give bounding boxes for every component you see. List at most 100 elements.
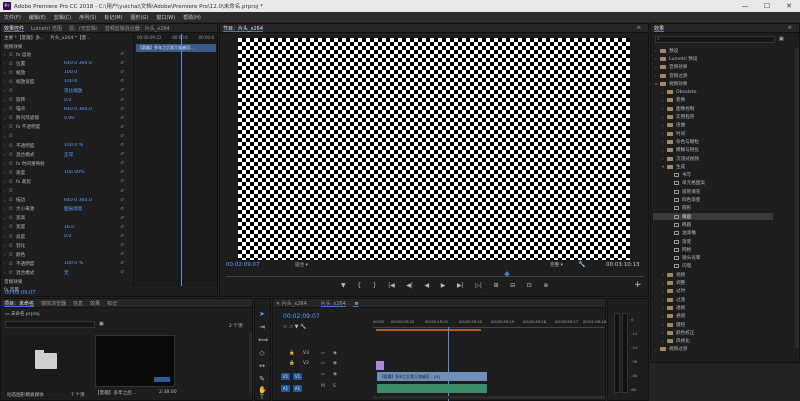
stopwatch-icon[interactable]: ⏱ <box>9 234 16 240</box>
effect-property-row[interactable]: › ⏱ 羽化 ↺ <box>4 242 132 249</box>
project-item-clip[interactable] <box>95 335 175 387</box>
a1-clip[interactable] <box>377 384 487 393</box>
stopwatch-icon[interactable]: ⏱ <box>9 52 16 58</box>
effects-folder-item[interactable]: › 模糊与锐化 <box>653 147 773 154</box>
tab-effect-controls[interactable]: 效果控件 <box>4 25 24 32</box>
effect-property-value[interactable]: 0.0 <box>64 98 120 103</box>
sync-lock-icon[interactable]: ▭ <box>321 361 325 366</box>
effects-folder-item[interactable]: › 过时 <box>653 288 773 295</box>
effects-folder-item[interactable]: › 变换 <box>653 97 773 104</box>
selection-tool-icon[interactable]: ➤ <box>258 310 266 318</box>
stopwatch-icon[interactable]: ⏱ <box>9 124 16 130</box>
reset-icon[interactable]: ↺ <box>120 52 124 57</box>
tab-audio-clip-mixer[interactable]: 音频剪辑混合器：片头_x264 <box>105 25 170 32</box>
comparison-view-icon[interactable]: ⊕ <box>543 282 548 289</box>
effect-property-row[interactable]: › ⏱ 大小来源 图层源宽 ↺ <box>4 206 132 213</box>
timeline-timecode[interactable]: 00:02:09:07 <box>283 313 320 320</box>
stopwatch-icon[interactable]: ⏱ <box>9 133 16 139</box>
sync-lock-icon[interactable]: ▭ <box>321 351 325 356</box>
stopwatch-icon[interactable]: ⏱ <box>9 215 16 221</box>
panel-menu-icon[interactable]: ≡ <box>788 25 792 31</box>
stopwatch-icon[interactable]: ⏱ <box>9 161 16 167</box>
effect-item[interactable]: 镜头光晕 <box>653 255 773 262</box>
reset-icon[interactable]: ↺ <box>120 170 124 175</box>
effects-folder-item[interactable]: › 键控 <box>653 321 773 328</box>
effect-property-row[interactable]: › ⏱ ↺ <box>4 188 132 195</box>
effect-controls-timecode[interactable]: 00:02:09:07 <box>5 290 36 296</box>
effects-search-input[interactable] <box>655 36 775 43</box>
reset-icon[interactable]: ↺ <box>120 234 124 239</box>
eye-icon[interactable]: ◉ <box>333 372 337 377</box>
lock-icon[interactable]: 🔒 <box>289 351 295 356</box>
effect-property-row[interactable]: › ⏱ 等比缩放 ↺ <box>4 87 132 94</box>
maximize-button[interactable]: ☐ <box>756 0 778 12</box>
reset-icon[interactable]: ↺ <box>120 225 124 230</box>
effect-item[interactable]: 闪电 <box>653 263 773 270</box>
effects-folder-item[interactable]: › 调整 <box>653 279 773 287</box>
effect-property-value[interactable]: 100.0 <box>64 70 120 75</box>
program-timecode-left[interactable]: 00:02:09:07 <box>226 262 260 268</box>
mini-playhead[interactable] <box>181 34 182 286</box>
reset-icon[interactable]: ↺ <box>120 88 124 93</box>
tab-program[interactable]: 节目：片头_x264 <box>223 25 263 32</box>
timeline-h-scrollbar[interactable] <box>373 396 605 399</box>
lock-icon[interactable]: 🔒 <box>289 361 295 366</box>
effects-folder-item[interactable]: ▾ 视频效果 <box>653 80 773 87</box>
effect-property-row[interactable]: › ⏱ fx 不透明度 ↺ <box>4 124 132 131</box>
effect-property-value[interactable]: 图层源宽 <box>64 206 120 212</box>
source-patch-v1[interactable]: V1 <box>281 373 290 380</box>
tab-media-browser[interactable]: 媒体浏览器 <box>41 300 66 307</box>
effect-property-row[interactable]: › ⏱ 不透明度 100.0 % ↺ <box>4 142 132 149</box>
reset-icon[interactable]: ↺ <box>120 116 124 121</box>
effect-item[interactable]: 四色渐变 <box>653 196 773 203</box>
reset-icon[interactable]: ↺ <box>120 243 124 248</box>
effects-folder-item[interactable]: › 透视 <box>653 304 773 311</box>
go-to-out-icon[interactable]: ▷| <box>475 282 482 289</box>
timeline-ruler[interactable]: 00:00 00:00:09:22 00:00:19:21 00:00:29:2… <box>373 319 606 328</box>
ripple-edit-tool-icon[interactable]: ⟺ <box>258 336 268 344</box>
v2-adjustment-clip[interactable] <box>376 361 384 370</box>
reset-icon[interactable]: ↺ <box>120 61 124 66</box>
program-scrubber[interactable] <box>226 271 644 277</box>
effect-property-row[interactable]: › ⏱ 描边 640.0 360.0 ↺ <box>4 197 132 204</box>
effect-property-value[interactable]: 640.0 360.0 <box>64 198 120 203</box>
effects-folder-item[interactable]: › 沉浸式视频 <box>653 155 773 162</box>
stopwatch-icon[interactable]: ⏱ <box>9 61 16 67</box>
mark-in-icon[interactable]: { <box>357 282 361 289</box>
effect-property-row[interactable]: › ⏱ fx 运动 ↺ <box>4 51 132 58</box>
menu-sequence[interactable]: 序列(S) <box>79 14 96 21</box>
stopwatch-icon[interactable]: ⏱ <box>9 243 16 249</box>
menu-edit[interactable]: 编辑(E) <box>29 14 46 21</box>
reset-icon[interactable]: ↺ <box>120 270 124 275</box>
stopwatch-icon[interactable]: ⏱ <box>9 188 16 194</box>
sync-lock-icon[interactable]: ▭ <box>321 372 325 377</box>
project-scrollbar[interactable] <box>249 333 252 393</box>
track-target-v1[interactable]: V1 <box>293 373 302 380</box>
reset-icon[interactable]: ↺ <box>120 261 124 266</box>
effect-property-row[interactable]: › ⏱ 防闪烁滤镜 0.00 ↺ <box>4 115 132 122</box>
hand-tool-icon[interactable]: ✋ <box>258 386 267 394</box>
close-button[interactable]: ✕ <box>778 0 800 12</box>
effects-folder-item[interactable]: › 预设 <box>653 47 773 54</box>
effect-property-value[interactable]: 等比缩放 <box>64 88 120 94</box>
stopwatch-icon[interactable]: ⏱ <box>9 179 16 185</box>
source-patch-a1[interactable]: A1 <box>281 385 290 392</box>
tab-source[interactable]: 源：(无剪辑) <box>69 25 98 32</box>
reset-icon[interactable]: ↺ <box>120 161 124 166</box>
effects-folder-item[interactable]: › 通道 <box>653 313 773 320</box>
source-clip-name[interactable]: 主要 *【夏趣】多... <box>4 35 44 43</box>
effects-folder-item[interactable]: › 时间 <box>653 130 773 137</box>
play-icon[interactable]: ▶ <box>441 282 446 289</box>
tab-sequence-2[interactable]: 片头_x264 ≡ <box>321 300 359 307</box>
effects-folder-item[interactable]: › Lumetri 预设 <box>653 55 773 62</box>
mute-icon[interactable]: M <box>321 384 325 389</box>
program-playhead[interactable] <box>504 271 510 277</box>
minimize-button[interactable]: — <box>734 0 756 12</box>
effect-property-row[interactable]: › ⏱ 混合模式 正常 ↺ <box>4 151 132 158</box>
settings-icon[interactable]: 🔧 <box>300 324 306 330</box>
stopwatch-icon[interactable]: ⏱ <box>9 152 16 158</box>
effect-property-value[interactable]: 16.0 <box>64 225 120 230</box>
mini-timeline-clip[interactable]: 【夏趣】多年之后我又穿越回... <box>136 44 216 52</box>
effects-folder-item[interactable]: › 过渡 <box>653 296 773 303</box>
step-forward-icon[interactable]: ▶| <box>457 282 464 289</box>
